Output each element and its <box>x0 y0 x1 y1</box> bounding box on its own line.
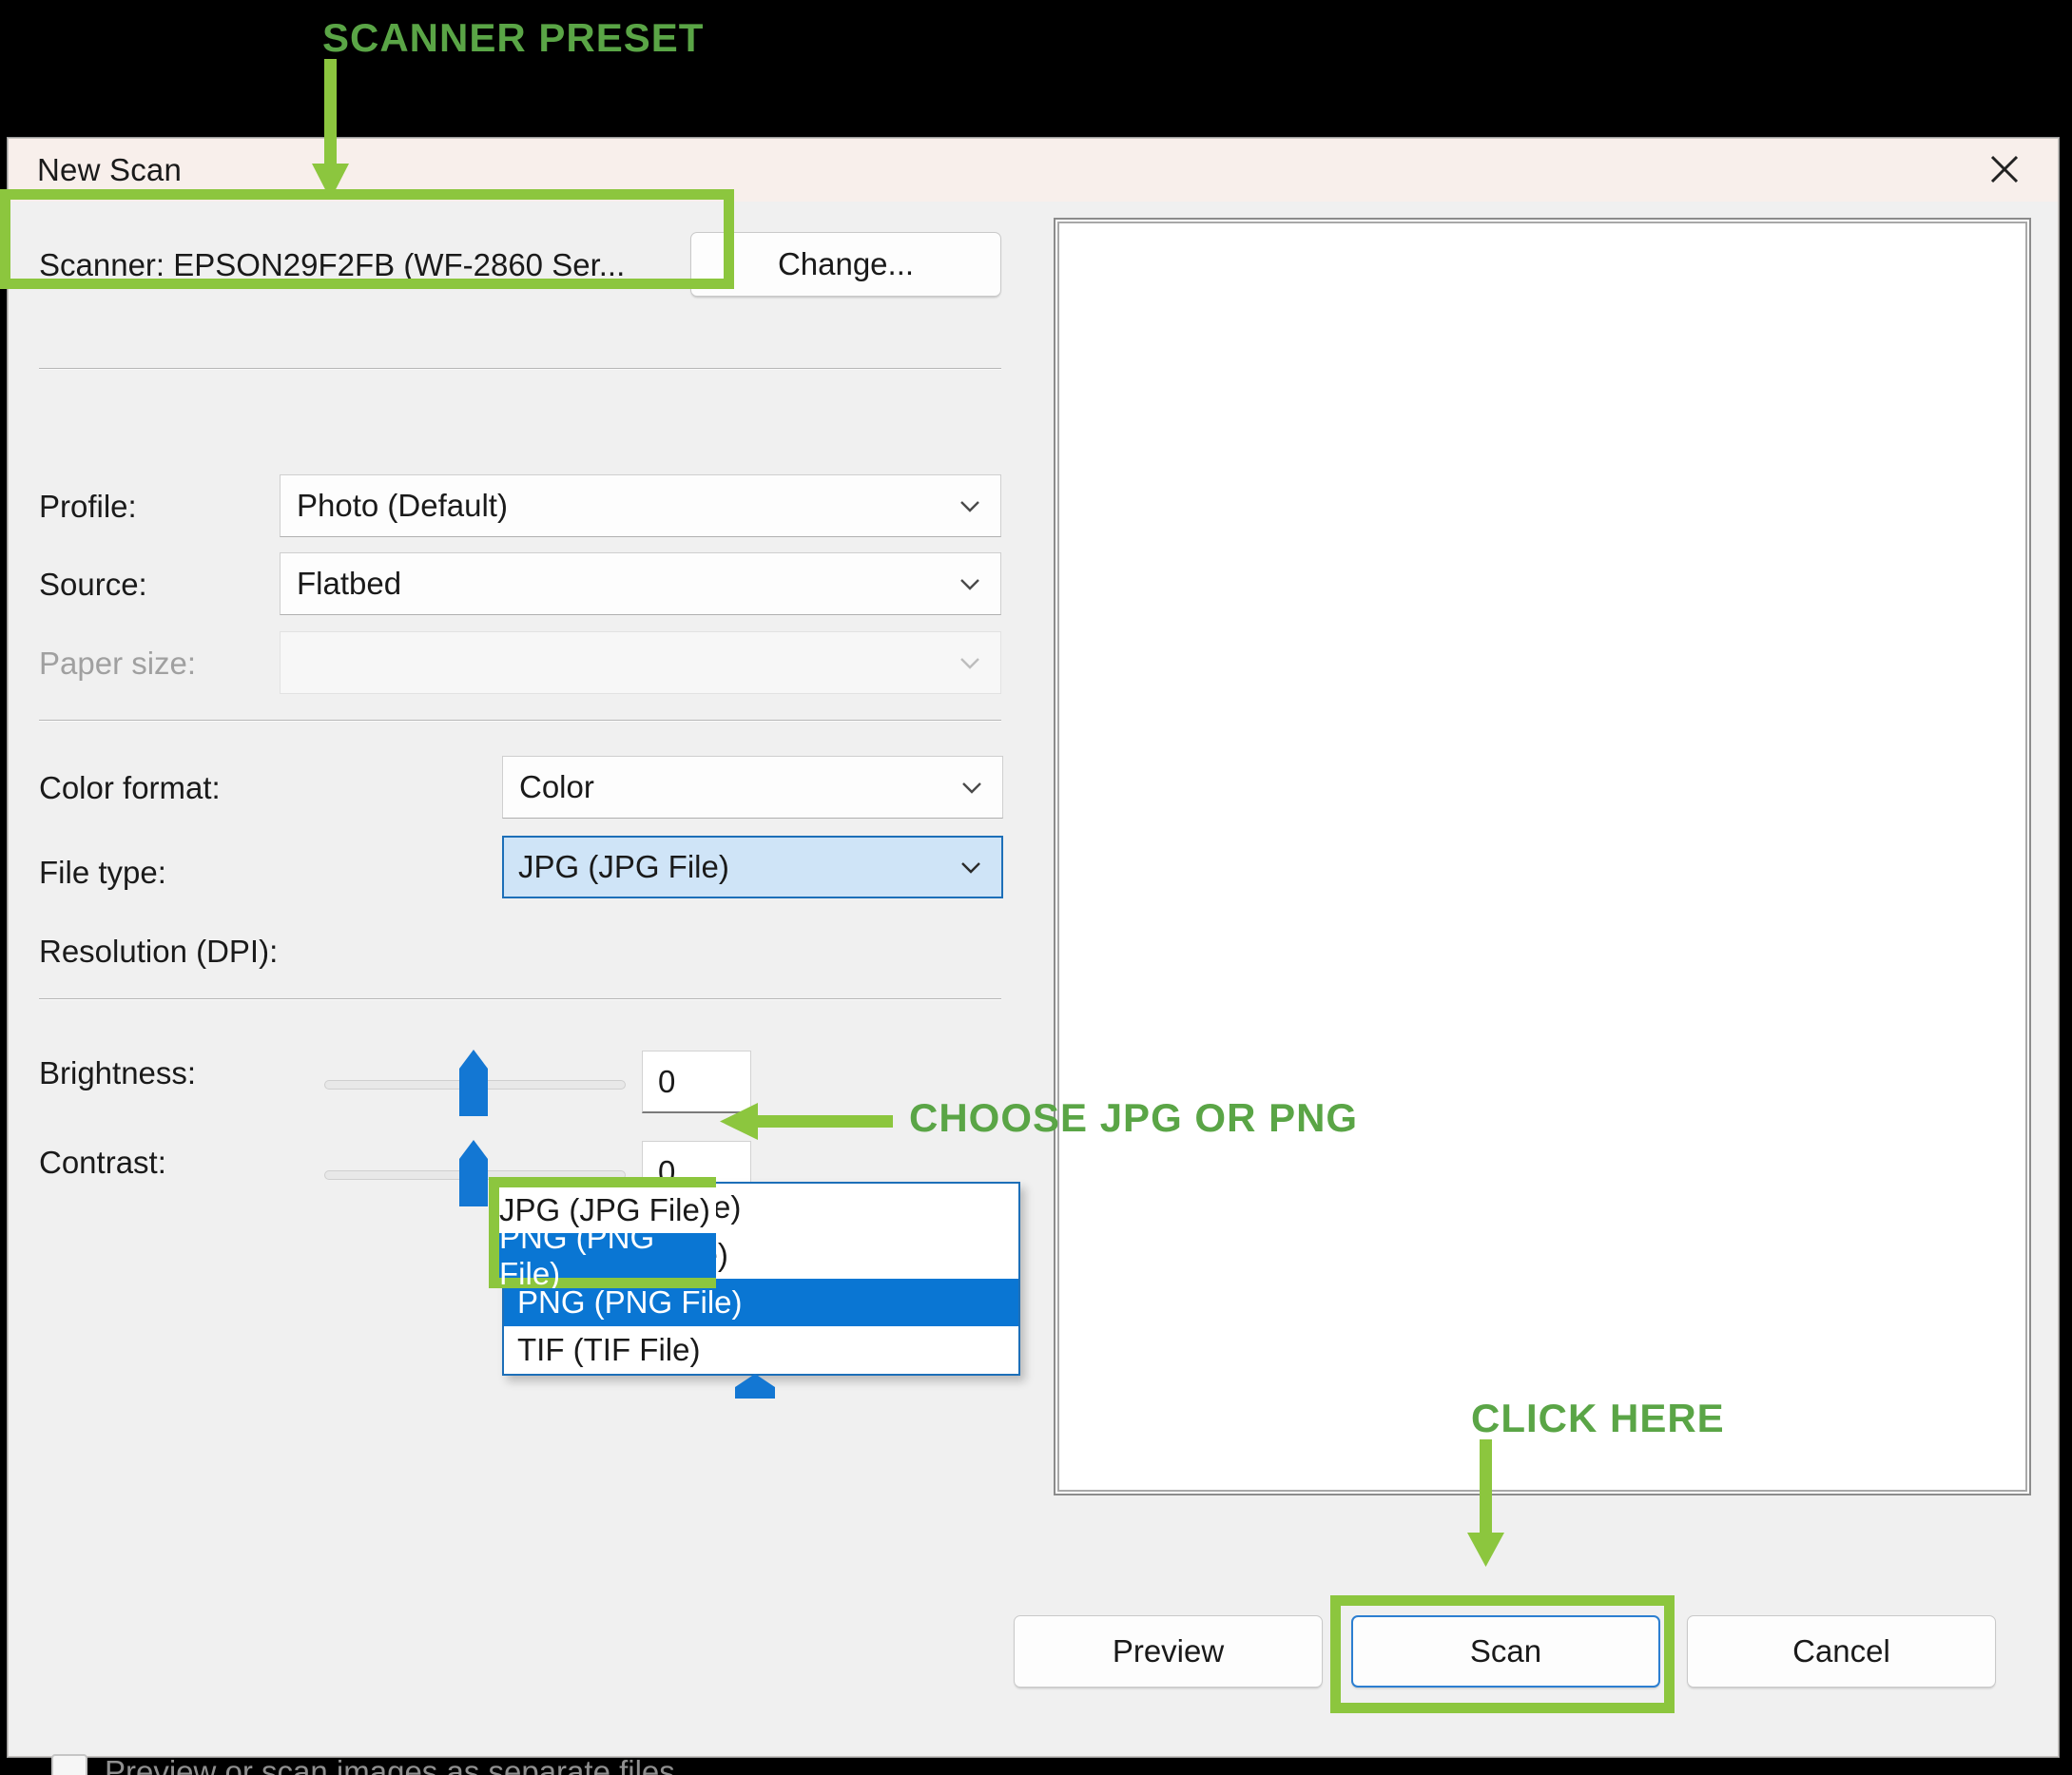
annotation-choose-format-label: CHOOSE JPG OR PNG <box>909 1095 1359 1140</box>
source-label: Source: <box>39 567 147 602</box>
divider-2 <box>39 720 1001 722</box>
dropdown-option-tif[interactable]: TIF (TIF File) <box>504 1326 1018 1374</box>
file-type-combobox[interactable]: JPG (JPG File) <box>502 836 1003 898</box>
divider-3 <box>39 998 1001 1000</box>
cancel-button[interactable]: Cancel <box>1687 1615 1996 1688</box>
contrast-slider-thumb[interactable] <box>455 1140 492 1206</box>
annotation-arrow-down-scan <box>1465 1439 1507 1572</box>
annotation-arrow-down-scanner <box>310 59 352 204</box>
scanner-row: Scanner: EPSON29F2FB (WF-2860 Ser... Cha… <box>9 205 1040 325</box>
source-value: Flatbed <box>297 566 402 601</box>
preview-pane <box>1040 202 2058 1756</box>
profile-label: Profile: <box>39 489 137 524</box>
chevron-down-icon <box>957 570 983 597</box>
annotation-scanner-preset-label: SCANNER PRESET <box>322 15 705 60</box>
annotation-visible-png-option: PNG (PNG File) <box>499 1220 716 1288</box>
scanner-label: Scanner: EPSON29F2FB (WF-2860 Ser... <box>39 247 626 282</box>
brightness-value: 0 <box>658 1063 676 1099</box>
chevron-down-icon <box>957 492 983 519</box>
scan-button[interactable]: Scan <box>1351 1615 1660 1688</box>
separate-files-label: Preview or scan images as separate files <box>105 1754 675 1775</box>
brightness-label: Brightness: <box>39 1055 197 1090</box>
resolution-label: Resolution (DPI): <box>39 934 279 969</box>
screenshot-root: New Scan Scanner: EPSON29F2FB (WF-2860 S… <box>0 0 2072 1775</box>
paper-size-combobox[interactable] <box>280 631 1001 694</box>
close-icon[interactable] <box>1968 145 2041 194</box>
paper-size-label: Paper size: <box>39 646 197 681</box>
color-format-value: Color <box>519 769 594 804</box>
contrast-label: Contrast: <box>39 1145 166 1180</box>
window-title: New Scan <box>37 152 183 187</box>
file-type-label: File type: <box>39 855 166 890</box>
dropdown-scroll-nub <box>735 1374 775 1403</box>
annotation-click-here-label: CLICK HERE <box>1471 1396 1725 1440</box>
change-scanner-button[interactable]: Change... <box>690 232 1001 297</box>
preview-button[interactable]: Preview <box>1014 1615 1323 1688</box>
new-scan-dialog: New Scan Scanner: EPSON29F2FB (WF-2860 S… <box>8 138 2059 1775</box>
source-combobox[interactable]: Flatbed <box>280 552 1001 615</box>
chevron-down-icon <box>958 854 984 880</box>
separate-files-checkbox-row[interactable]: Preview or scan images as separate files <box>51 1754 675 1775</box>
annotation-highlight-window-format: JPG (JPG File) PNG (PNG File) <box>489 1177 716 1288</box>
brightness-slider-thumb[interactable] <box>455 1050 492 1116</box>
profile-combobox[interactable]: Photo (Default) <box>280 474 1001 537</box>
color-format-label: Color format: <box>39 770 221 805</box>
chevron-down-icon <box>957 649 983 676</box>
annotation-arrow-left-format <box>720 1095 893 1153</box>
separate-files-checkbox[interactable] <box>51 1754 87 1775</box>
profile-value: Photo (Default) <box>297 488 508 523</box>
color-format-combobox[interactable]: Color <box>502 756 1003 819</box>
divider-1 <box>39 368 1001 370</box>
chevron-down-icon <box>959 774 985 801</box>
scan-preview-area[interactable] <box>1054 218 2031 1495</box>
settings-pane: Scanner: EPSON29F2FB (WF-2860 Ser... Cha… <box>9 202 1040 1775</box>
file-type-value: JPG (JPG File) <box>518 849 729 884</box>
